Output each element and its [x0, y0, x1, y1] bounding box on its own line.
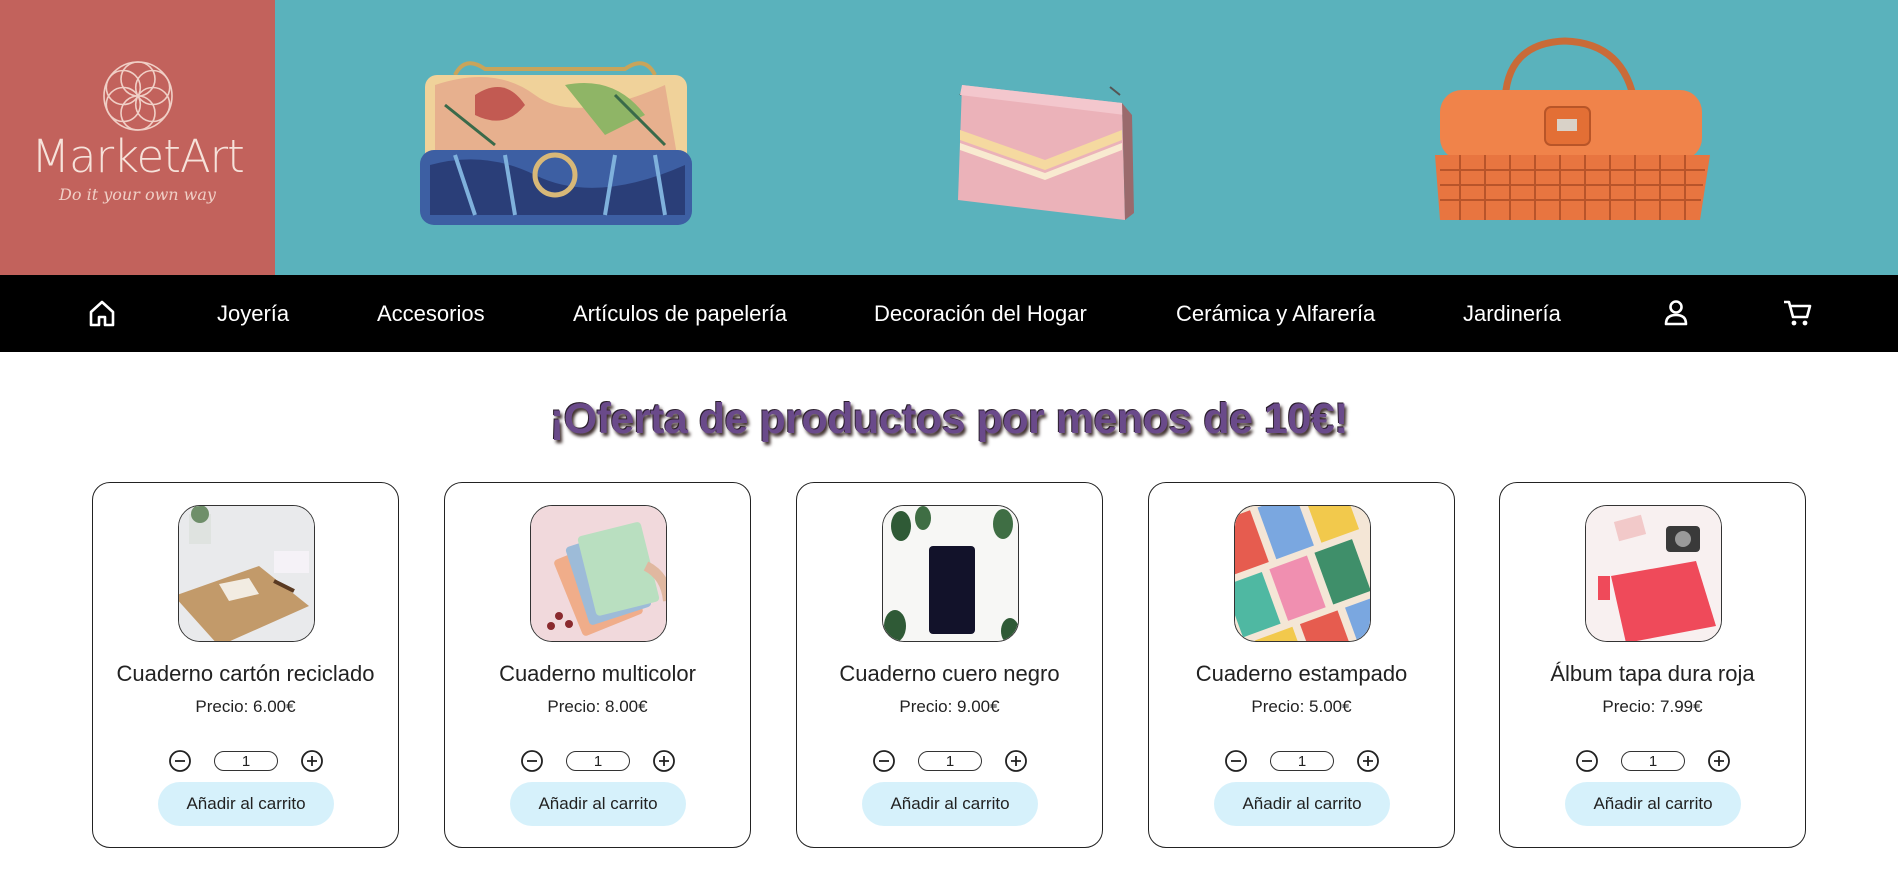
product-image[interactable]: [530, 505, 667, 642]
product-name: Álbum tapa dura roja: [1550, 661, 1755, 686]
product-price: Precio: 6.00€: [195, 697, 296, 716]
plus-icon[interactable]: [1356, 749, 1380, 773]
user-icon[interactable]: [1660, 297, 1692, 329]
add-to-cart-button[interactable]: Añadir al carrito: [1565, 782, 1741, 826]
plus-icon[interactable]: [1004, 749, 1028, 773]
quantity-input[interactable]: [1270, 751, 1334, 771]
quantity-stepper: [797, 749, 1102, 775]
nav-item-ceramica[interactable]: Cerámica y Alfarería: [1176, 275, 1375, 352]
minus-icon[interactable]: [1575, 749, 1599, 773]
product-card: Cuaderno cartón reciclado Precio: 6.00€ …: [92, 482, 399, 848]
quantity-input[interactable]: [214, 751, 278, 771]
quantity-stepper: [445, 749, 750, 775]
product-price: Precio: 9.00€: [899, 697, 1000, 716]
add-to-cart-button[interactable]: Añadir al carrito: [862, 782, 1038, 826]
logo[interactable]: MarketArt Do it your own way: [0, 0, 275, 275]
product-name: Cuaderno cartón reciclado: [116, 661, 375, 686]
product-card: Cuaderno cuero negro Precio: 9.00€ Añadi…: [796, 482, 1103, 848]
plus-icon[interactable]: [652, 749, 676, 773]
plus-icon[interactable]: [300, 749, 324, 773]
home-icon[interactable]: [86, 297, 118, 329]
quantity-input[interactable]: [918, 751, 982, 771]
add-to-cart-button[interactable]: Añadir al carrito: [158, 782, 334, 826]
quantity-stepper: [1149, 749, 1454, 775]
nav-item-jardineria[interactable]: Jardinería: [1463, 275, 1561, 352]
floral-bag-image: [420, 61, 692, 225]
pink-clutch-image: [958, 85, 1134, 220]
quantity-stepper: [93, 749, 398, 775]
main-nav: Joyería Accesorios Artículos de papelerí…: [0, 275, 1898, 352]
cart-icon[interactable]: [1781, 297, 1813, 329]
nav-item-accesorios[interactable]: Accesorios: [377, 275, 485, 352]
product-name: Cuaderno estampado: [1195, 661, 1408, 686]
brand-name: MarketArt: [31, 129, 245, 183]
offer-title: ¡Oferta de productos por menos de 10€!: [549, 395, 1349, 443]
product-name: Cuaderno multicolor: [499, 661, 696, 686]
nav-item-joyeria[interactable]: Joyería: [217, 275, 289, 352]
product-card: Cuaderno multicolor Precio: 8.00€ Añadir…: [444, 482, 751, 848]
add-to-cart-button[interactable]: Añadir al carrito: [1214, 782, 1390, 826]
header-banner: MarketArt Do it your own way: [0, 0, 1898, 275]
product-name: Cuaderno cuero negro: [839, 661, 1060, 686]
orange-handbag-image: [1435, 37, 1710, 220]
add-to-cart-button[interactable]: Añadir al carrito: [510, 782, 686, 826]
quantity-stepper: [1500, 749, 1805, 775]
product-image[interactable]: [1234, 505, 1371, 642]
product-price: Precio: 7.99€: [1602, 697, 1703, 716]
nav-item-decoracion[interactable]: Decoración del Hogar: [874, 275, 1087, 352]
minus-icon[interactable]: [872, 749, 896, 773]
nav-item-papeleria[interactable]: Artículos de papelería: [573, 275, 787, 352]
flower-logo-icon: [102, 60, 173, 131]
quantity-input[interactable]: [1621, 751, 1685, 771]
product-image[interactable]: [1585, 505, 1722, 642]
brand-tagline: Do it your own way: [59, 184, 216, 204]
minus-icon[interactable]: [168, 749, 192, 773]
product-price: Precio: 8.00€: [547, 697, 648, 716]
plus-icon[interactable]: [1707, 749, 1731, 773]
product-card: Álbum tapa dura roja Precio: 7.99€ Añadi…: [1499, 482, 1806, 848]
product-image[interactable]: [882, 505, 1019, 642]
product-price: Precio: 5.00€: [1251, 697, 1352, 716]
product-card: Cuaderno estampado Precio: 5.00€ Añadir …: [1148, 482, 1455, 848]
minus-icon[interactable]: [520, 749, 544, 773]
quantity-input[interactable]: [566, 751, 630, 771]
minus-icon[interactable]: [1224, 749, 1248, 773]
product-image[interactable]: [178, 505, 315, 642]
